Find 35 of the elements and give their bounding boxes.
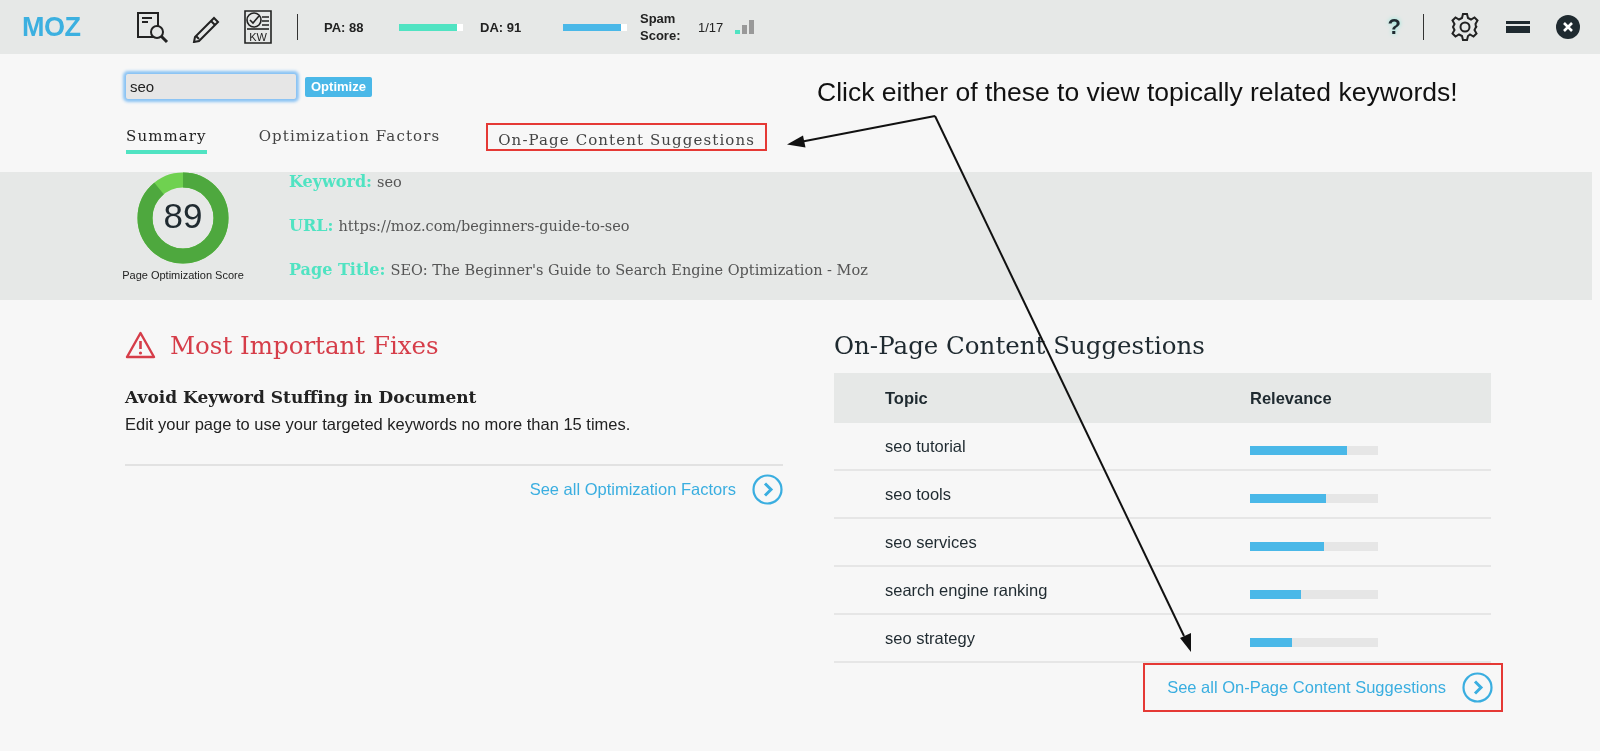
annotation-text: Click either of these to view topically related keywords!	[817, 77, 1458, 108]
score-value: 89	[162, 196, 204, 236]
settings-icon[interactable]	[1450, 12, 1480, 42]
topic-cell: search engine ranking	[834, 566, 1249, 614]
fix-description: Edit your page to use your targeted keywords no more than 15 times.	[125, 415, 632, 434]
page-search-icon[interactable]	[135, 10, 169, 44]
fix-title: Avoid Keyword Stuffing in Document	[125, 387, 478, 407]
minimize-icon[interactable]	[1506, 21, 1530, 33]
tab[interactable]: On-Page Content Suggestions	[498, 125, 755, 158]
topic-cell: seo tutorial	[834, 423, 1249, 470]
warning-icon	[125, 331, 156, 359]
spam-score-value: 1/17	[698, 19, 724, 35]
column-header: Relevance	[1249, 373, 1491, 423]
section-heading: Most Important Fixes	[170, 330, 439, 360]
score-label: Page Optimization Score	[122, 269, 244, 281]
help-icon[interactable]: ?	[1387, 14, 1401, 40]
field-value: SEO: The Beginner's Guide to Search Engine Optimization - Moz	[390, 262, 868, 278]
close-icon[interactable]	[1556, 15, 1580, 39]
topic-cell: seo services	[834, 518, 1249, 566]
checklist-icon[interactable]: KW	[243, 9, 273, 45]
field-value: seo	[377, 174, 402, 190]
metric-label: DA: 91	[480, 19, 523, 35]
field-value: https://moz.com/beginners-guide-to-seo	[338, 218, 630, 234]
field-label: URL:	[289, 216, 334, 235]
field-label: Keyword:	[289, 172, 372, 191]
field-label: Page Title:	[289, 260, 386, 279]
metric-label: PA: 88	[324, 19, 365, 35]
spam-score-label: Spam Score:	[640, 10, 682, 44]
topic-cell: seo tools	[834, 470, 1249, 518]
section-heading: On-Page Content Suggestions	[834, 329, 1206, 362]
tab[interactable]: Summary	[126, 120, 207, 154]
tab[interactable]: Optimization Factors	[258, 120, 441, 154]
signal-bars-icon	[735, 20, 757, 34]
column-header: Topic	[834, 373, 1249, 423]
keyword-field[interactable]: seo	[125, 73, 297, 100]
